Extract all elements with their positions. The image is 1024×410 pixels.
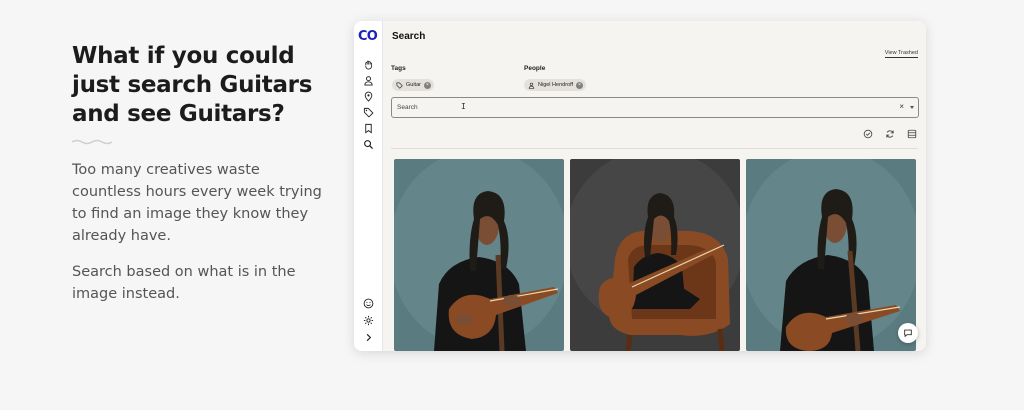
chat-icon[interactable] (898, 323, 918, 343)
user-icon (528, 82, 535, 89)
hero-section: What if you could just search Guitars an… (72, 42, 332, 305)
chevron-down-icon[interactable] (910, 106, 914, 109)
location-pin-icon[interactable] (362, 90, 375, 103)
tag-chip-guitar[interactable]: Guitar × (392, 79, 434, 91)
toolbar-divider (391, 148, 918, 149)
remove-tag-icon[interactable]: × (423, 81, 431, 89)
emoji-icon[interactable] (362, 297, 375, 310)
squiggle-divider-icon (72, 139, 112, 145)
bookmark-icon[interactable] (362, 122, 375, 135)
tag-chip-label: Guitar (406, 82, 421, 88)
hero-headline: What if you could just search Guitars an… (72, 43, 313, 127)
result-image-3[interactable] (746, 159, 916, 351)
hand-icon[interactable] (362, 58, 375, 71)
refresh-icon[interactable] (884, 128, 895, 139)
search-box[interactable]: I × (391, 97, 919, 118)
person-chip[interactable]: Nigel Hendroff × (524, 79, 587, 91)
tag-icon (396, 82, 403, 89)
check-circle-icon[interactable] (862, 128, 873, 139)
clear-search-icon[interactable]: × (899, 102, 904, 111)
layout-icon[interactable] (906, 128, 917, 139)
search-input[interactable] (397, 102, 877, 113)
page-title: Search (392, 31, 426, 42)
person-chip-label: Nigel Hendroff (538, 82, 574, 88)
people-label: People (524, 65, 546, 72)
view-trashed-link[interactable]: View Trashed (884, 50, 918, 58)
settings-icon[interactable] (362, 314, 375, 327)
remove-person-icon[interactable]: × (576, 81, 584, 89)
text-cursor-icon: I (461, 102, 466, 111)
hero-paragraph-2: Search based on what is in the image ins… (72, 264, 296, 302)
hero-paragraph-1: Too many creatives waste countless hours… (72, 162, 322, 244)
search-icon[interactable] (362, 138, 375, 151)
user-icon[interactable] (362, 74, 375, 87)
main-panel: Search View Trashed Tags People Guitar ×… (383, 21, 926, 351)
app-window: CO Search View Trashed Tags People Guita… (354, 21, 926, 351)
result-image-1[interactable] (394, 159, 564, 351)
brand-logo[interactable]: CO (358, 29, 380, 45)
chevron-right-icon[interactable] (362, 331, 375, 344)
sidebar-rail: CO (354, 21, 383, 351)
tag-icon[interactable] (362, 106, 375, 119)
tags-label: Tags (391, 65, 406, 72)
result-image-2[interactable] (570, 159, 740, 351)
